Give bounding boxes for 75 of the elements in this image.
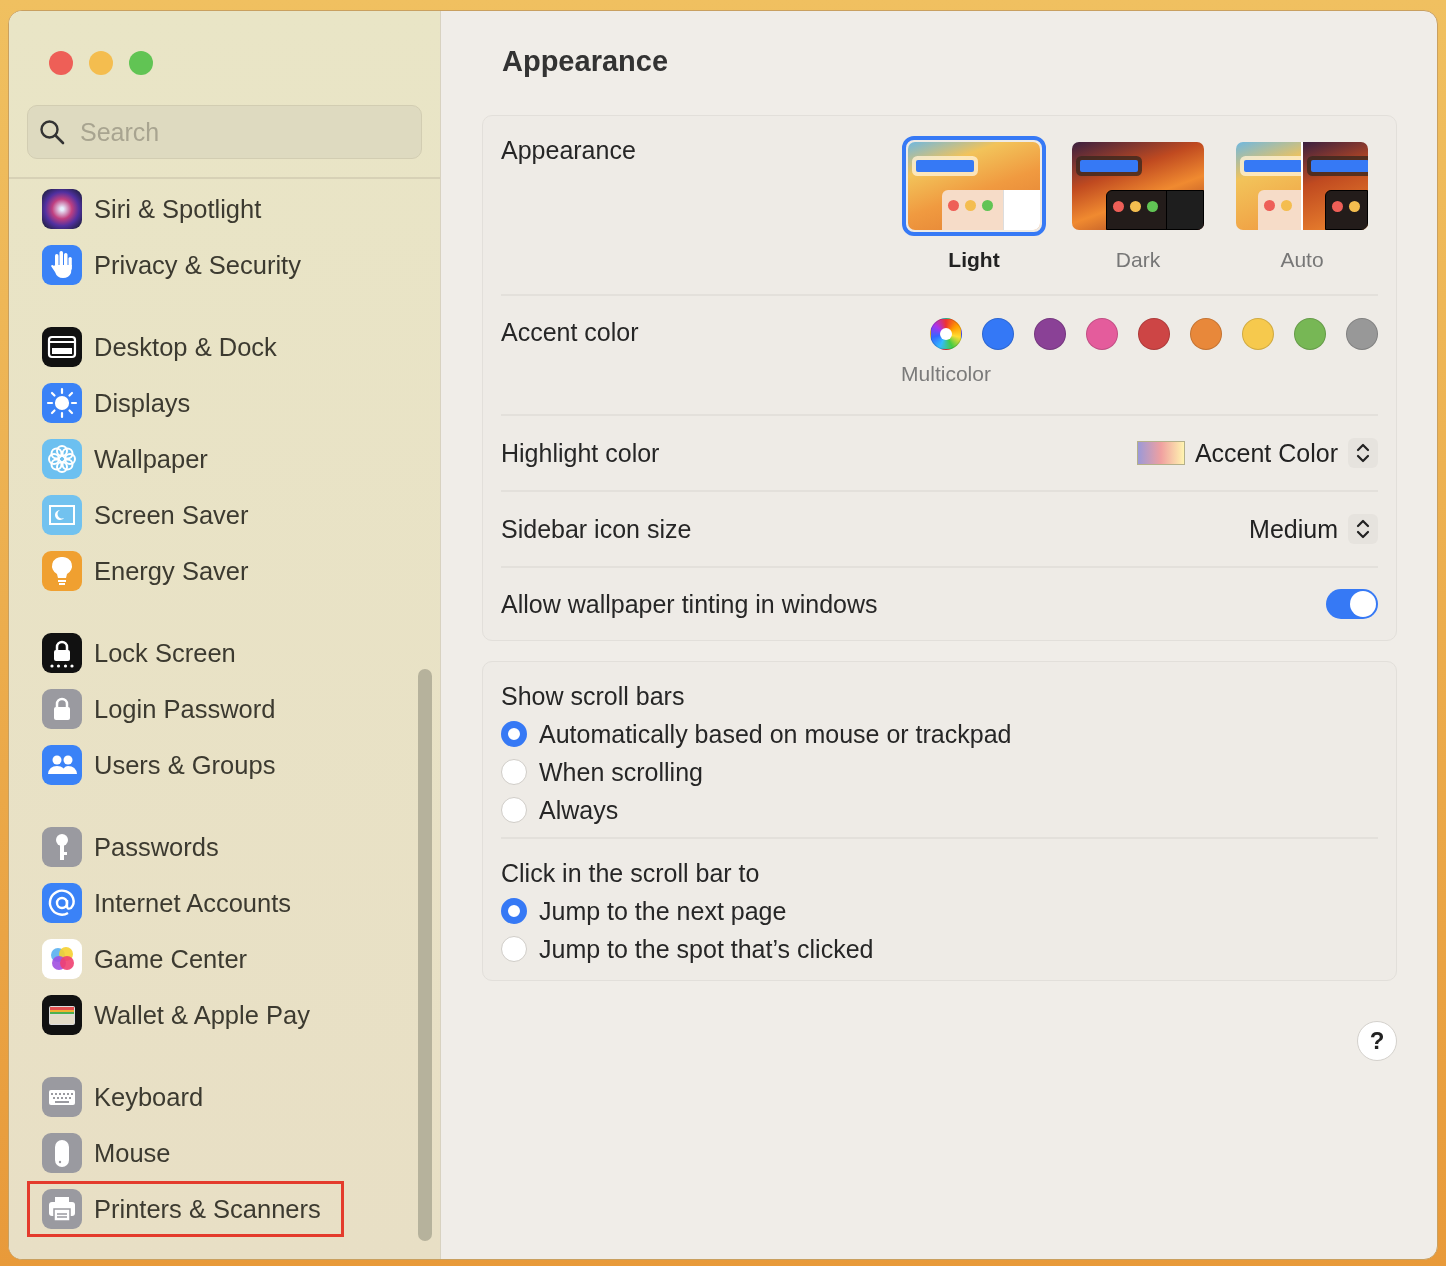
row-label: Accent color bbox=[501, 318, 639, 348]
color-swatch[interactable] bbox=[1034, 318, 1066, 350]
radio-button[interactable] bbox=[501, 797, 527, 823]
dock-icon bbox=[42, 327, 82, 367]
sidebar-item[interactable]: Wallet & Apple Pay bbox=[27, 987, 333, 1043]
multicolor-swatch[interactable] bbox=[930, 318, 962, 350]
stepper-icon[interactable] bbox=[1348, 438, 1378, 468]
radio-label: Always bbox=[539, 795, 619, 825]
radio-label: When scrolling bbox=[539, 757, 703, 787]
sidebar-item[interactable]: Mouse bbox=[27, 1125, 194, 1181]
help-button[interactable]: ? bbox=[1357, 1021, 1397, 1061]
color-swatch[interactable] bbox=[1294, 318, 1326, 350]
sidebar-item[interactable]: Login Password bbox=[27, 681, 299, 737]
flower-icon bbox=[42, 439, 82, 479]
radio-label: Automatically based on mouse or trackpad bbox=[539, 719, 1012, 749]
printer-icon bbox=[42, 1189, 82, 1229]
lock-icon bbox=[42, 689, 82, 729]
scrollbar-thumb[interactable] bbox=[418, 669, 432, 1241]
hand-icon bbox=[42, 245, 82, 285]
stepper-icon[interactable] bbox=[1348, 514, 1378, 544]
sidebar-item[interactable]: Users & Groups bbox=[27, 737, 299, 793]
at-sign-icon bbox=[42, 883, 82, 923]
sidebar-item[interactable]: Screen Saver bbox=[27, 487, 272, 543]
bubbles-icon bbox=[42, 939, 82, 979]
row-label: Highlight color bbox=[501, 438, 660, 468]
people-icon bbox=[42, 745, 82, 785]
row-label: Sidebar icon size bbox=[501, 514, 692, 544]
wallet-icon bbox=[42, 995, 82, 1035]
appearance-thumbnail[interactable] bbox=[902, 136, 1046, 236]
sidebar-item[interactable]: Keyboard bbox=[27, 1069, 227, 1125]
sidebar-item[interactable]: Wallpaper bbox=[27, 431, 231, 487]
radio-label: Jump to the next page bbox=[539, 896, 787, 926]
appearance-option-label: Dark bbox=[1115, 248, 1161, 272]
siri-orb-icon bbox=[42, 189, 82, 229]
appearance-option-label: Auto bbox=[1280, 248, 1324, 272]
sun-icon bbox=[42, 383, 82, 423]
radio-button[interactable] bbox=[501, 936, 527, 962]
radio-button[interactable] bbox=[501, 759, 527, 785]
sidebar-item[interactable]: Lock Screen bbox=[27, 625, 259, 681]
popup-value[interactable]: Medium bbox=[1249, 514, 1338, 544]
keyboard-icon bbox=[42, 1077, 82, 1117]
sidebar-item[interactable]: Printers & Scanners bbox=[27, 1181, 344, 1237]
mouse-icon bbox=[42, 1133, 82, 1173]
sidebar-item[interactable]: Desktop & Dock bbox=[27, 319, 300, 375]
color-swatch[interactable] bbox=[1346, 318, 1378, 350]
row-label: Appearance bbox=[501, 136, 636, 166]
lock-icon bbox=[42, 633, 82, 673]
moon-screen-icon bbox=[42, 495, 82, 535]
light-bulb-icon bbox=[42, 551, 82, 591]
row-label: Allow wallpaper tinting in windows bbox=[501, 589, 878, 619]
highlight-color-preview bbox=[1136, 441, 1185, 465]
radio-button[interactable] bbox=[501, 898, 527, 924]
page-title: Appearance bbox=[502, 45, 669, 79]
appearance-option-label: Light bbox=[948, 248, 1000, 272]
sidebar-item[interactable]: Internet Accounts bbox=[27, 875, 315, 931]
toggle-switch[interactable] bbox=[1326, 589, 1378, 619]
sidebar-item[interactable]: Passwords bbox=[27, 819, 242, 875]
color-swatch[interactable] bbox=[1190, 318, 1222, 350]
popup-value[interactable]: Accent Color bbox=[1194, 438, 1338, 468]
sidebar-item[interactable]: Siri & Spotlight bbox=[27, 181, 285, 237]
swatch-label: Multicolor bbox=[901, 362, 991, 386]
key-icon bbox=[42, 827, 82, 867]
sidebar-item[interactable]: Game Center bbox=[27, 931, 271, 987]
radio-button[interactable] bbox=[501, 721, 527, 747]
color-swatch[interactable] bbox=[982, 318, 1014, 350]
sidebar-item[interactable]: Energy Saver bbox=[27, 543, 272, 599]
color-swatch[interactable] bbox=[1138, 318, 1170, 350]
radio-label: Jump to the spot that’s clicked bbox=[539, 934, 874, 964]
group-label: Show scroll bars bbox=[501, 682, 686, 711]
sidebar-item[interactable]: Displays bbox=[27, 375, 214, 431]
sidebar-item[interactable]: Privacy & Security bbox=[27, 237, 324, 293]
group-label: Click in the scroll bar to bbox=[501, 859, 761, 888]
color-swatch[interactable] bbox=[1086, 318, 1118, 350]
color-swatch[interactable] bbox=[1242, 318, 1274, 350]
close-button[interactable] bbox=[49, 51, 73, 75]
